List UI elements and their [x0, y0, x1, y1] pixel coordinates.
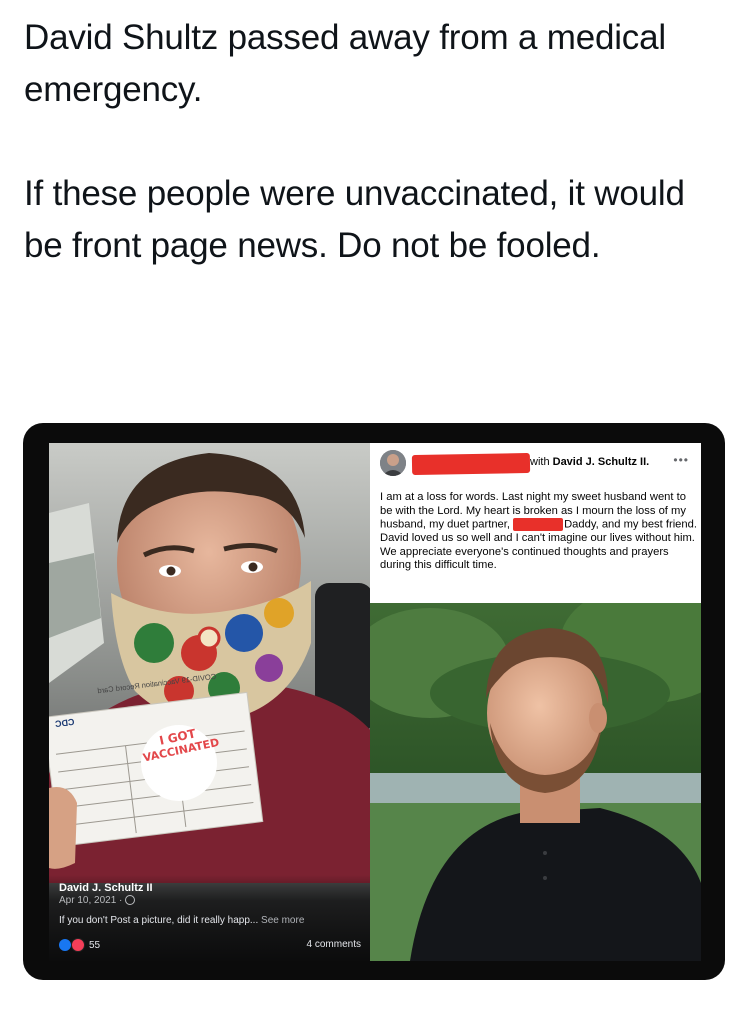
selfie-post-screenshot: COVID-19 Vaccination Record Card CDC I G…	[49, 443, 373, 961]
reaction-count: 55	[89, 939, 101, 951]
post-caption-text: If you don't Post a picture, did it real…	[59, 915, 259, 926]
with-label: with	[530, 456, 553, 468]
memorial-post-screenshot: with David J. Schultz II. ••• I am at a …	[370, 443, 701, 961]
memorial-post-text: I am at a loss for words. Last night my …	[380, 491, 698, 573]
avatar[interactable]	[380, 450, 406, 476]
post-reactions[interactable]: 55	[59, 938, 100, 952]
tweet-paragraph-2: If these people were unvaccinated, it wo…	[24, 174, 685, 265]
post-author[interactable]: David J. Schultz II	[59, 882, 153, 894]
tagged-with-label: with David J. Schultz II.	[530, 456, 649, 468]
love-reaction-icon	[71, 938, 85, 952]
tweet-media-image[interactable]: COVID-19 Vaccination Record Card CDC I G…	[23, 423, 725, 980]
redacted-name	[513, 518, 564, 532]
see-more-link[interactable]: See more	[258, 915, 304, 926]
more-icon[interactable]: •••	[673, 453, 689, 467]
tweet-paragraph-1: David Shultz passed away from a medical …	[24, 18, 666, 109]
avatar-image	[380, 450, 406, 476]
post-date-text: Apr 10, 2021 ·	[59, 895, 126, 906]
portrait-photo	[370, 603, 701, 961]
post-date[interactable]: Apr 10, 2021 ·	[59, 895, 136, 906]
like-reaction-icon	[59, 939, 71, 951]
tagged-name[interactable]: David J. Schultz II.	[553, 456, 650, 468]
comments-count-link[interactable]: 4 comments	[307, 939, 361, 950]
tweet-text: David Shultz passed away from a medical …	[24, 12, 724, 272]
redacted-author-name	[411, 452, 531, 476]
post-caption: If you don't Post a picture, did it real…	[59, 915, 304, 926]
globe-icon	[125, 895, 136, 906]
